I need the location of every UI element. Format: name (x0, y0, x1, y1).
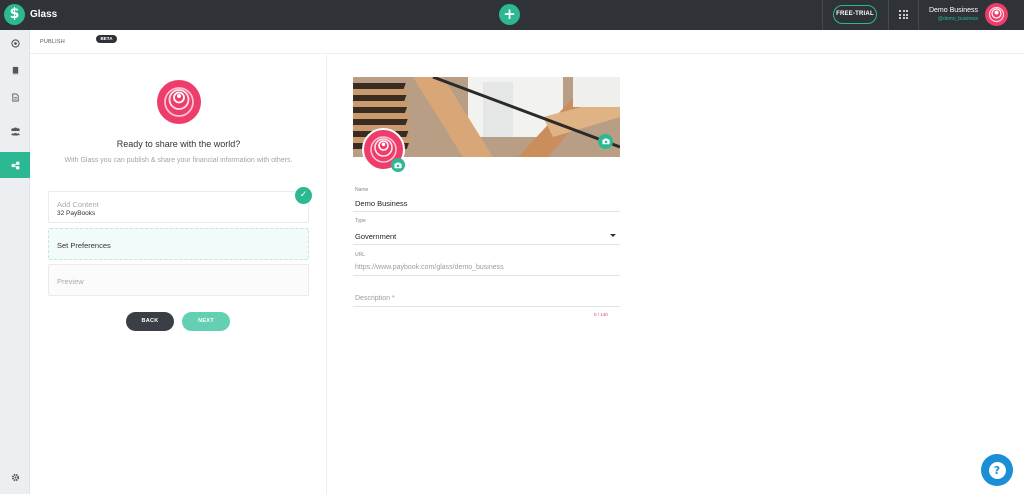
book-icon (12, 66, 18, 74)
apps-grid-icon[interactable] (899, 10, 908, 19)
page-subtitle: With Glass you can publish & share your … (64, 157, 293, 164)
sidebar-item-dashboard[interactable] (0, 30, 30, 56)
check-icon: ✓ (295, 187, 312, 204)
step-title: Preview (57, 277, 84, 286)
page-title: Ready to share with the world? (116, 139, 241, 149)
cover-camera-icon[interactable] (598, 134, 613, 149)
step-title: Add Content (57, 200, 99, 209)
description-field[interactable]: Description * (355, 295, 395, 302)
avatar[interactable] (985, 3, 1008, 26)
next-button[interactable]: NEXT (182, 312, 230, 331)
url-underline (353, 275, 620, 276)
gear-icon (11, 473, 19, 481)
sidebar-item-team[interactable] (0, 118, 30, 144)
avatar-logo-icon (988, 6, 1005, 23)
sidebar-item-paybooks[interactable] (0, 57, 30, 83)
url-label: URL (355, 252, 366, 258)
chevron-down-icon[interactable] (610, 234, 616, 237)
document-icon (11, 92, 19, 102)
free-trial-button[interactable]: FREE-TRIAL (833, 5, 877, 24)
beta-badge: BETA (96, 35, 117, 43)
back-button[interactable]: BACK (126, 312, 174, 331)
topbar-divider (822, 0, 823, 30)
step-preview[interactable]: Preview (48, 264, 309, 296)
type-underline (353, 244, 620, 245)
description-underline (353, 306, 620, 307)
help-icon: ? (988, 461, 1006, 479)
topbar-divider (888, 0, 889, 30)
name-underline (353, 211, 620, 212)
step-subtitle: 32 PayBooks (57, 210, 96, 217)
glass-hero-logo-icon (157, 80, 201, 124)
step-add-content[interactable]: Add Content 32 PayBooks (48, 191, 309, 223)
breadcrumb-publish: PUBLISH (40, 39, 65, 45)
target-icon (10, 38, 20, 48)
url-field[interactable]: https://www.paybook.com/glass/demo_busin… (355, 264, 504, 271)
topbar-divider (918, 0, 919, 30)
step-title: Set Preferences (57, 241, 111, 250)
step-set-preferences[interactable]: Set Preferences (48, 228, 309, 260)
top-bar: $ Glass + FREE-TRIAL Demo Business @demo… (0, 0, 1024, 30)
type-label: Type (355, 218, 366, 224)
description-char-count: 0 / 140 (594, 312, 608, 317)
profile-camera-icon[interactable] (391, 158, 405, 172)
breadcrumb: PUBLISH BETA (30, 30, 1024, 54)
sidebar-item-reports[interactable] (0, 84, 30, 110)
type-select[interactable]: Government (355, 232, 396, 241)
publish-wizard-panel: Ready to share with the world? With Glas… (30, 55, 327, 494)
add-button[interactable]: + (499, 4, 520, 25)
name-label: Name (355, 187, 369, 193)
business-handle[interactable]: @demo_business (916, 16, 978, 22)
help-button[interactable]: ? (981, 454, 1013, 486)
app-name[interactable]: Glass (30, 9, 57, 20)
sidebar-item-settings[interactable] (0, 464, 30, 490)
glass-logo-icon[interactable]: $ (4, 4, 25, 25)
business-name[interactable]: Demo Business (916, 7, 978, 14)
users-icon (10, 127, 20, 136)
share-icon (10, 160, 20, 170)
name-field[interactable]: Demo Business (355, 199, 408, 208)
sidebar (0, 30, 30, 494)
sidebar-item-publish[interactable] (0, 152, 30, 178)
